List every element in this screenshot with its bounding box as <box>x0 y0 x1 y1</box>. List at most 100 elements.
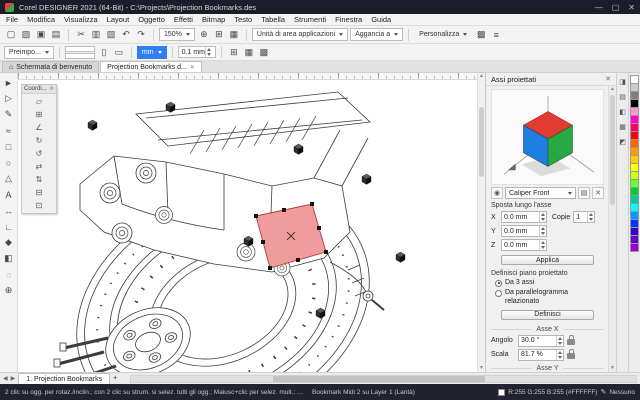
coord-move-icon[interactable]: ▱ <box>32 95 46 108</box>
radio-from-3-axes[interactable]: Da 3 assi <box>491 279 604 287</box>
scroll-up-icon[interactable]: ▲ <box>478 73 485 80</box>
define-button[interactable]: Definisci <box>501 310 594 320</box>
menu-modifica[interactable]: Modifica <box>27 15 55 24</box>
grid-icon[interactable]: ⊞ <box>227 45 241 59</box>
outline-tool-icon[interactable]: ◌ <box>1 267 16 282</box>
docker-tab-views-icon[interactable]: ▦ <box>618 122 628 132</box>
docker-scroll-up-icon[interactable]: ▲ <box>609 86 616 93</box>
launch-icon[interactable]: ▩ <box>474 28 488 42</box>
zoom-level-select[interactable]: 150% <box>159 28 195 41</box>
zoom-tool-icon[interactable]: ⊕ <box>1 283 16 298</box>
docker-tab-objects-icon[interactable]: ◨ <box>618 77 628 87</box>
undo-icon[interactable]: ↶ <box>119 28 133 42</box>
cut-icon[interactable]: ✂ <box>74 28 88 42</box>
docker-close-icon[interactable]: ✕ <box>605 75 611 83</box>
coord-apply-icon[interactable]: ⊡ <box>32 199 46 212</box>
radio-from-parallelogram[interactable]: Da parallelogramma relazionato <box>491 289 604 305</box>
page-height-field[interactable] <box>65 53 95 59</box>
rectangle-tool-icon[interactable]: □ <box>1 139 16 154</box>
horizontal-ruler[interactable] <box>18 73 477 80</box>
snap-to-select[interactable]: Aggancia a <box>350 28 403 41</box>
new-document-icon[interactable]: ▢ <box>4 28 18 42</box>
pick-tool-icon[interactable]: ► <box>1 75 16 90</box>
menu-bitmap[interactable]: Bitmap <box>202 15 225 24</box>
previous-page-icon[interactable]: ◀ <box>3 375 8 382</box>
axis-z-input[interactable]: 0.0 mm <box>501 239 547 251</box>
coord-rotate-ccw-icon[interactable]: ↺ <box>32 147 46 160</box>
drawing-canvas[interactable]: Coordi... ✕ ▱⊞∠↻↺⇄⇅⊟⊡ <box>18 73 477 372</box>
connector-tool-icon[interactable]: ∟ <box>1 219 16 234</box>
apply-button[interactable]: Applica <box>501 255 594 265</box>
coord-size-icon[interactable]: ⊞ <box>32 108 46 121</box>
nudge-distance-field[interactable]: 0.1 mm <box>178 46 216 58</box>
next-page-icon[interactable]: ▶ <box>11 375 16 382</box>
copies-input[interactable]: 1 <box>573 211 595 223</box>
page-tab[interactable]: 1. Projection Bookmarks <box>18 373 110 384</box>
shape-tool-icon[interactable]: ▷ <box>1 91 16 106</box>
options-icon[interactable]: ≡ <box>489 28 503 42</box>
axis-x-input[interactable]: 0.0 mm <box>501 211 547 223</box>
menu-oggetto[interactable]: Oggetto <box>138 15 165 24</box>
axis-y-input[interactable]: 0.0 mm <box>501 225 547 237</box>
units-settings-icon[interactable]: ▩ <box>257 45 271 59</box>
scrollbar-thumb[interactable] <box>479 107 484 177</box>
delete-bookmark-icon[interactable]: ✕ <box>592 187 604 199</box>
docker-scroll-down-icon[interactable]: ▼ <box>609 365 616 372</box>
menu-file[interactable]: File <box>6 15 18 24</box>
minimize-button[interactable]: — <box>595 3 603 12</box>
landscape-orientation-icon[interactable]: ▭ <box>112 45 126 59</box>
maximize-button[interactable]: ▢ <box>612 3 620 12</box>
dimension-tool-icon[interactable]: ↔ <box>1 203 16 218</box>
scale-lock-icon[interactable] <box>567 353 575 359</box>
canvas-vertical-scrollbar[interactable]: ▲ ▼ <box>477 73 485 372</box>
guidelines-icon[interactable]: ▦ <box>242 45 256 59</box>
save-bookmark-icon[interactable]: ▤ <box>578 187 590 199</box>
menu-tabella[interactable]: Tabella <box>261 15 285 24</box>
scroll-down-icon[interactable]: ▼ <box>478 365 485 372</box>
application-units-select[interactable]: Unità di area applicazioni <box>252 28 348 41</box>
coord-mirror-h-icon[interactable]: ⇄ <box>32 160 46 173</box>
fill-tool-icon[interactable]: ◆ <box>1 235 16 250</box>
coord-project-icon[interactable]: ⊟ <box>32 186 46 199</box>
canvas-horizontal-scrollbar[interactable] <box>130 375 637 383</box>
interactive-fill-tool-icon[interactable]: ◧ <box>1 251 16 266</box>
polygon-tool-icon[interactable]: △ <box>1 171 16 186</box>
preset-select[interactable]: Preimpo... <box>4 46 54 59</box>
angle-input[interactable]: 30.0 ° <box>518 335 564 347</box>
scale-input[interactable]: 81.7 % <box>518 349 564 361</box>
paste-icon[interactable]: ▧ <box>104 28 118 42</box>
ellipse-tool-icon[interactable]: ○ <box>1 155 16 170</box>
coord-rotate-cw-icon[interactable]: ↻ <box>32 134 46 147</box>
zoom-levels-icon[interactable]: ⊕ <box>197 28 211 42</box>
coordinates-panel-close-icon[interactable]: ✕ <box>49 86 54 92</box>
tab-document[interactable]: Projection Bookmarks d... ✕ <box>100 61 202 72</box>
copy-icon[interactable]: ▥ <box>89 28 103 42</box>
palette-swatch[interactable] <box>630 243 639 252</box>
docker-tab-symbols-icon[interactable]: ◧ <box>618 107 628 117</box>
page-width-field[interactable] <box>65 46 95 52</box>
bezier-tool-icon[interactable]: ≈ <box>1 123 16 138</box>
show-rulers-icon[interactable]: ▦ <box>227 28 241 42</box>
menu-finestra[interactable]: Finestra <box>335 15 362 24</box>
menu-effetti[interactable]: Effetti <box>174 15 193 24</box>
menu-visualizza[interactable]: Visualizza <box>64 15 98 24</box>
close-document-icon[interactable]: ✕ <box>190 64 195 71</box>
angle-lock-icon[interactable] <box>567 339 575 345</box>
portrait-orientation-icon[interactable]: ▯ <box>97 45 111 59</box>
coord-mirror-v-icon[interactable]: ⇅ <box>32 173 46 186</box>
menu-testo[interactable]: Testo <box>234 15 252 24</box>
curve-tool-icon[interactable]: ✎ <box>1 107 16 122</box>
drawing-units-select[interactable]: mm <box>137 46 167 59</box>
menu-layout[interactable]: Layout <box>107 15 130 24</box>
text-tool-icon[interactable]: A <box>1 187 16 202</box>
redo-icon[interactable]: ↷ <box>134 28 148 42</box>
tab-welcome-screen[interactable]: ⌂ Schermata di benvenuto <box>2 61 99 72</box>
bookmark-visibility-eye-icon[interactable]: ◉ <box>491 187 503 199</box>
add-page-icon[interactable]: + <box>113 375 117 382</box>
customize-menu[interactable]: Personalizza <box>414 28 472 41</box>
print-icon[interactable]: ▤ <box>49 28 63 42</box>
menu-guida[interactable]: Guida <box>371 15 391 24</box>
docker-scrollbar[interactable]: ▲ ▼ <box>608 86 616 372</box>
open-icon[interactable]: ▨ <box>19 28 33 42</box>
docker-tab-properties-icon[interactable]: ▤ <box>618 92 628 102</box>
